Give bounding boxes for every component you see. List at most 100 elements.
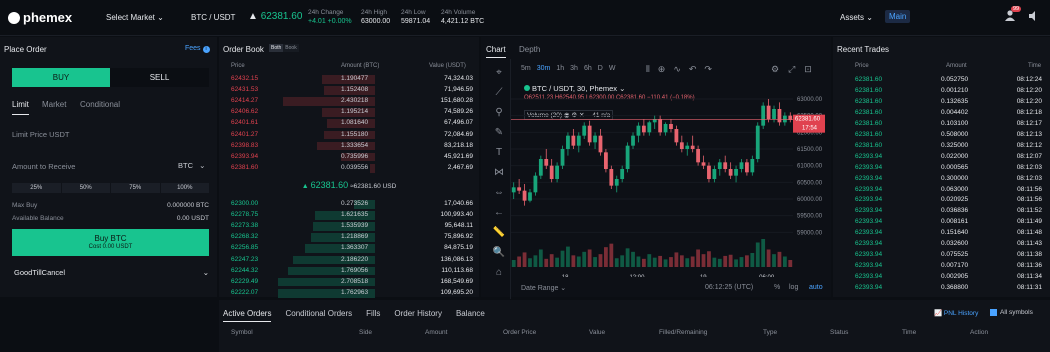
ask-row[interactable]: 62401.61 1.081640 67,496.07 bbox=[219, 118, 479, 129]
bid-row[interactable]: 62244.32 1.769056 110,113.68 bbox=[219, 266, 479, 277]
bid-row[interactable]: 62222.07 1.762963 109,695.20 bbox=[219, 288, 479, 299]
trade-price: 62393.94 bbox=[855, 240, 883, 248]
main-account-button[interactable]: Main bbox=[885, 10, 911, 23]
trade-amount: 0.020925 bbox=[941, 196, 969, 204]
volume-bar bbox=[739, 257, 744, 267]
interval-30m[interactable]: 30m bbox=[537, 65, 551, 72]
interval-1h[interactable]: 1h bbox=[556, 65, 564, 72]
log-scale-toggle[interactable]: log bbox=[789, 284, 798, 291]
book-view-toggle-option[interactable]: Book bbox=[283, 44, 299, 52]
market-tab[interactable]: Market bbox=[42, 100, 66, 109]
interval-6h[interactable]: 6h bbox=[584, 65, 592, 72]
fullscreen-icon[interactable]: ⤢ bbox=[788, 64, 795, 75]
y-tick-label: 59500.00 bbox=[797, 214, 823, 220]
interval-w[interactable]: W bbox=[609, 65, 616, 72]
brush-icon[interactable]: ✎ bbox=[492, 126, 506, 140]
orders-tab-balance[interactable]: Balance bbox=[456, 309, 485, 322]
column-symbol: Symbol bbox=[231, 329, 253, 336]
percent-75-button[interactable]: 75% bbox=[111, 183, 160, 193]
volume-bar bbox=[522, 252, 527, 267]
bid-row[interactable]: 62268.32 1.218869 75,896.92 bbox=[219, 232, 479, 243]
assets-menu[interactable]: Assets ⌄ bbox=[840, 13, 873, 22]
ask-row[interactable]: 62381.60 0.039556 2,467.69 bbox=[219, 163, 479, 174]
candle-style-icon[interactable]: ⫴ bbox=[646, 64, 650, 75]
fees-link[interactable]: Fees i bbox=[185, 45, 210, 53]
limit-tab[interactable]: Limit bbox=[12, 100, 29, 115]
ask-row[interactable]: 62431.53 1.152408 71,946.59 bbox=[219, 85, 479, 96]
both-view-toggle[interactable]: Both bbox=[269, 44, 284, 52]
zoom-icon[interactable]: 🔍 bbox=[492, 246, 506, 260]
sell-tab[interactable]: SELL bbox=[110, 68, 209, 87]
magnet-icon[interactable]: ⌂ bbox=[492, 266, 506, 280]
phemex-logo[interactable]: phemex bbox=[8, 10, 72, 25]
ask-row[interactable]: 62393.94 0.735996 45,921.69 bbox=[219, 152, 479, 163]
amount-cell: 0.735996 bbox=[341, 152, 369, 160]
redo-icon[interactable]: ↷ bbox=[704, 64, 712, 75]
candle-body bbox=[674, 129, 679, 143]
trade-amount: 0.063000 bbox=[941, 185, 969, 193]
y-tick-label: 59000.00 bbox=[797, 230, 823, 236]
amount-unit-select[interactable]: BTC ⌄ bbox=[178, 161, 205, 170]
orders-tab-fills[interactable]: Fills bbox=[366, 309, 380, 322]
camera-icon[interactable]: ⊡ bbox=[804, 64, 812, 75]
bid-row[interactable]: 62247.23 2.186220 136,086.13 bbox=[219, 255, 479, 266]
conditional-tab[interactable]: Conditional bbox=[80, 100, 120, 109]
bid-row[interactable]: 62300.00 0.273526 17,040.66 bbox=[219, 199, 479, 210]
volume-bar bbox=[609, 243, 614, 267]
candle-body bbox=[560, 149, 565, 166]
x-tick-label: 06:00 bbox=[759, 275, 775, 277]
book-view-toggle[interactable]: Both Book bbox=[269, 44, 299, 52]
arrow-back-icon[interactable]: ← bbox=[492, 206, 506, 220]
interval-d[interactable]: D bbox=[598, 65, 603, 72]
buy-tab[interactable]: BUY bbox=[12, 68, 110, 87]
limit-price-input[interactable]: Limit Price USDT bbox=[12, 130, 70, 139]
speaker-icon[interactable] bbox=[1028, 11, 1038, 23]
text-icon[interactable]: T bbox=[492, 146, 506, 160]
pitchfork-icon[interactable]: ⚲ bbox=[492, 106, 506, 120]
trade-row: 62393.94 0.368800 08:11:31 bbox=[833, 283, 1050, 294]
orders-tab-active-orders[interactable]: Active Orders bbox=[223, 309, 272, 322]
interval-3h[interactable]: 3h bbox=[570, 65, 578, 72]
ask-row[interactable]: 62401.27 1.155180 72,084.69 bbox=[219, 130, 479, 141]
ask-row[interactable]: 62414.27 2.430218 151,680.28 bbox=[219, 96, 479, 107]
percent-100-button[interactable]: 100% bbox=[160, 183, 209, 193]
bid-row[interactable]: 62273.38 1.535939 95,648.11 bbox=[219, 221, 479, 232]
date-range-button[interactable]: Date Range ⌄ bbox=[521, 284, 566, 292]
trade-row: 62381.60 0.052750 08:12:24 bbox=[833, 75, 1050, 86]
candle-body bbox=[636, 125, 641, 136]
ask-row[interactable]: 62432.15 1.190477 74,324.03 bbox=[219, 74, 479, 85]
ask-row[interactable]: 62398.83 1.333654 83,218.18 bbox=[219, 141, 479, 152]
bid-row[interactable]: 62229.49 2.708518 168,549.69 bbox=[219, 277, 479, 288]
bid-row[interactable]: 62256.85 1.363307 84,875.19 bbox=[219, 243, 479, 254]
select-market-button[interactable]: Select Market ⌄ bbox=[106, 13, 164, 22]
pattern-icon[interactable]: ⋈ bbox=[492, 166, 506, 180]
price-chart[interactable]: 63000.0062500.0062000.0061500.0061000.00… bbox=[511, 89, 829, 277]
ask-row[interactable]: 62406.62 1.195214 74,589.26 bbox=[219, 107, 479, 118]
buy-btc-button[interactable]: Buy BTC Cost 0.00 USDT bbox=[12, 229, 209, 256]
add-indicator-icon[interactable]: ⊕ bbox=[658, 64, 666, 75]
percent-25-button[interactable]: 25% bbox=[12, 183, 61, 193]
chart-tab[interactable]: Chart bbox=[486, 45, 506, 58]
amount-input[interactable]: Amount to Receive bbox=[12, 162, 75, 171]
percent-scale-toggle[interactable]: % bbox=[774, 284, 780, 291]
undo-icon[interactable]: ↶ bbox=[689, 64, 697, 75]
symbol-label: BTC / USDT bbox=[191, 13, 236, 22]
indicators-icon[interactable]: ∿ bbox=[673, 64, 681, 75]
orders-tab-order-history[interactable]: Order History bbox=[394, 309, 442, 322]
orders-tab-conditional-orders[interactable]: Conditional Orders bbox=[285, 309, 352, 322]
all-symbols-checkbox[interactable]: All symbols bbox=[990, 309, 1033, 316]
volume-bar bbox=[669, 257, 673, 267]
trend-line-icon[interactable]: ⟋ bbox=[492, 86, 506, 100]
measure-icon[interactable]: ⇔ bbox=[492, 186, 506, 200]
price-cell: 62278.75 bbox=[231, 211, 259, 219]
percent-50-button[interactable]: 50% bbox=[61, 183, 110, 193]
interval-5m[interactable]: 5m bbox=[521, 65, 531, 72]
bid-row[interactable]: 62278.75 1.621635 100,993.40 bbox=[219, 210, 479, 221]
pnl-history-link[interactable]: 📈 PNL History bbox=[934, 309, 978, 317]
crosshair-icon[interactable]: ⌖ bbox=[492, 66, 506, 80]
time-in-force-select[interactable]: GoodTillCancel ⌄ bbox=[14, 268, 209, 277]
settings-icon[interactable]: ⚙ bbox=[771, 64, 779, 75]
auto-scale-toggle[interactable]: auto bbox=[809, 284, 823, 291]
ruler-icon[interactable]: 📏 bbox=[492, 226, 506, 240]
depth-tab[interactable]: Depth bbox=[519, 45, 540, 54]
